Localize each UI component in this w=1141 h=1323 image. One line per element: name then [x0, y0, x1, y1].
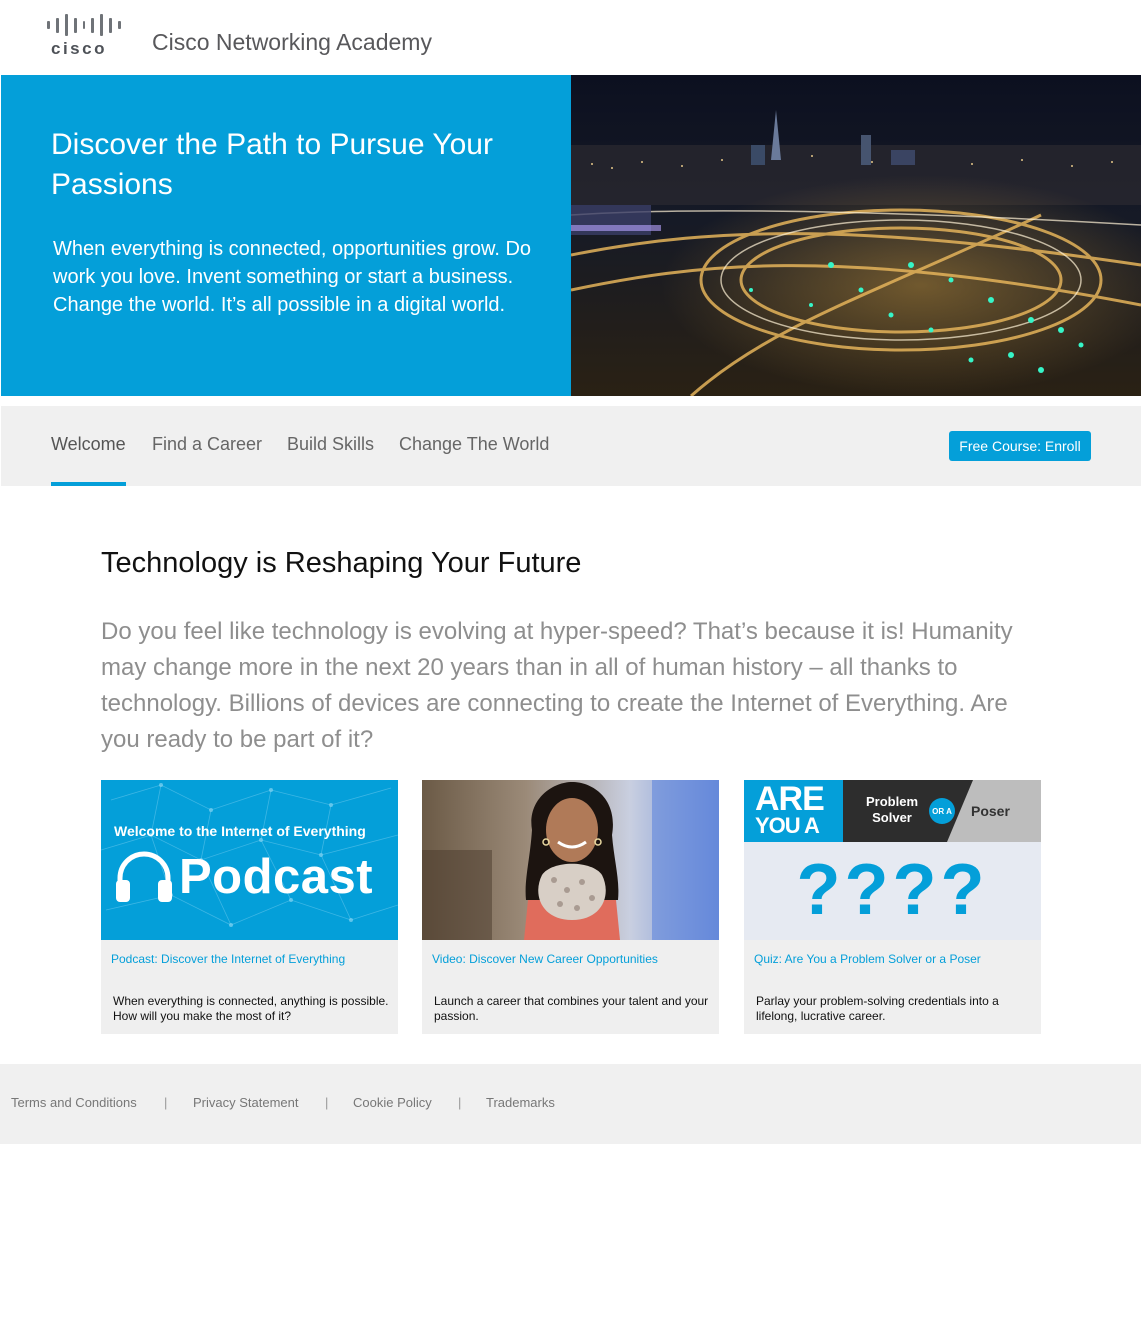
podcast-card[interactable]: Welcome to the Internet of Everything Po… — [101, 780, 398, 1034]
tab-find-a-career[interactable]: Find a Career — [152, 434, 262, 486]
quiz-thumbnail[interactable]: ARE YOU A Problem Solver OR A Poser ???? — [744, 780, 1041, 940]
quiz-problem-solver-text: Problem Solver — [865, 794, 918, 825]
quiz-card[interactable]: ARE YOU A Problem Solver OR A Poser ????… — [744, 780, 1041, 1034]
tab-change-the-world[interactable]: Change The World — [399, 434, 549, 486]
top-header: cisco Cisco Networking Academy — [0, 0, 1141, 75]
quiz-poser-text: Poser — [971, 803, 1010, 819]
footer-separator: | — [325, 1095, 329, 1110]
cisco-bars-icon — [45, 14, 122, 36]
podcast-link[interactable]: Podcast: Discover the Internet of Everyt… — [111, 952, 391, 966]
video-card[interactable]: Video: Discover New Career Opportunities… — [422, 780, 719, 1034]
video-link[interactable]: Video: Discover New Career Opportunities — [432, 952, 712, 966]
podcast-thumbnail[interactable]: Welcome to the Internet of Everything Po… — [101, 780, 398, 940]
podcast-title: Podcast — [179, 850, 374, 904]
free-course-enroll-button[interactable]: Free Course: Enroll — [949, 431, 1091, 461]
quiz-are-you-panel: ARE YOU A — [744, 780, 843, 842]
night-city-highway-photo — [571, 75, 1141, 396]
hero-title: Discover the Path to Pursue Your Passion… — [51, 128, 493, 201]
quiz-description: Parlay your problem-solving credentials … — [756, 994, 999, 1023]
intro-paragraph: Do you feel like technology is evolving … — [101, 618, 1013, 753]
tab-build-skills[interactable]: Build Skills — [287, 434, 374, 486]
footer-separator: | — [164, 1095, 168, 1110]
podcast-description: When everything is connected, anything i… — [113, 994, 389, 1023]
woman-portrait-photo[interactable] — [422, 780, 719, 940]
site-title[interactable]: Cisco Networking Academy — [152, 29, 432, 56]
question-marks: ???? — [796, 850, 989, 930]
cisco-logo[interactable]: cisco — [45, 14, 122, 58]
footer-separator: | — [458, 1095, 462, 1110]
resource-cards: Welcome to the Internet of Everything Po… — [101, 780, 1041, 1034]
quiz-or-a-badge: OR A — [929, 798, 955, 824]
footer-link-trademarks[interactable]: Trademarks — [486, 1095, 555, 1110]
podcast-subtitle: Welcome to the Internet of Everything — [114, 823, 366, 839]
hero-banner: Discover the Path to Pursue Your Passion… — [1, 75, 1141, 396]
tab-welcome[interactable]: Welcome — [51, 434, 126, 486]
section-tab-bar: Welcome Find a Career Build Skills Chang… — [1, 406, 1141, 486]
quiz-you-a-text: YOU A — [755, 813, 820, 838]
footer: Terms and Conditions | Privacy Statement… — [0, 1064, 1141, 1144]
footer-link-privacy[interactable]: Privacy Statement — [193, 1095, 299, 1110]
hero-description: When everything is connected, opportunit… — [53, 238, 532, 316]
cisco-wordmark: cisco — [51, 39, 107, 58]
video-description: Launch a career that combines your talen… — [434, 994, 709, 1023]
headphones-icon — [116, 851, 172, 902]
footer-link-terms[interactable]: Terms and Conditions — [11, 1095, 137, 1110]
quiz-are-text: ARE — [755, 780, 825, 818]
hero-text-panel: Discover the Path to Pursue Your Passion… — [1, 75, 571, 396]
quiz-link[interactable]: Quiz: Are You a Problem Solver or a Pose… — [754, 952, 1034, 966]
footer-link-cookie-policy[interactable]: Cookie Policy — [353, 1095, 432, 1110]
section-title: Technology is Reshaping Your Future — [101, 547, 582, 579]
